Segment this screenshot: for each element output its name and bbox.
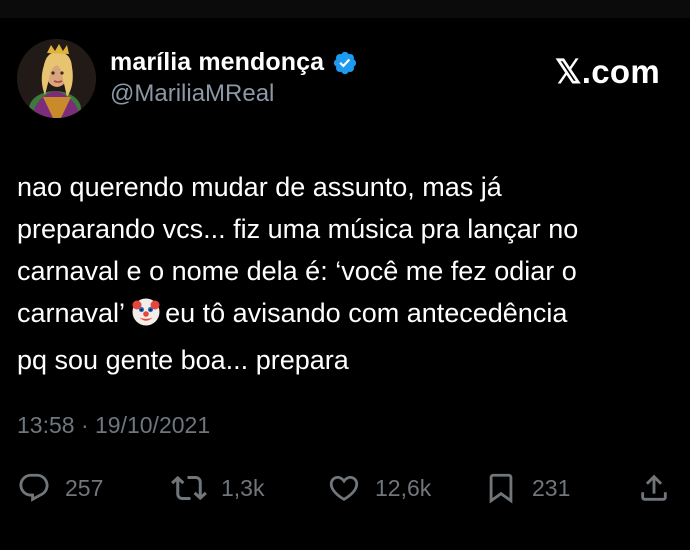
share-icon	[637, 471, 671, 505]
like-button[interactable]: 12,6k	[327, 466, 431, 510]
tweet-line-segment: carnaval’	[17, 298, 126, 328]
tweet-line-segment: eu tô avisando com antecedência	[165, 298, 568, 328]
reply-icon	[17, 471, 51, 505]
reply-count: 257	[65, 474, 104, 501]
like-count: 12,6k	[375, 474, 432, 501]
user-handle[interactable]: @MariliaMReal	[110, 80, 274, 108]
tweet-text: nao querendo mudar de assunto, mas já pr…	[17, 166, 677, 381]
retweet-button[interactable]: 1,3k	[171, 466, 264, 510]
tweet-line: preparando vcs... fiz uma música pra lan…	[17, 214, 579, 244]
tweet-line: carnaval e o nome dela é: ‘você me fez o…	[17, 256, 577, 286]
bookmark-count: 231	[532, 474, 571, 501]
clown-face-emoji-icon	[131, 297, 161, 339]
retweet-icon	[171, 470, 207, 506]
verified-badge-icon	[332, 50, 358, 76]
name-row: marília mendonça	[110, 48, 358, 77]
tweet-line: nao querendo mudar de assunto, mas já	[17, 172, 502, 202]
avatar[interactable]	[17, 39, 96, 118]
avatar-photo-icon	[17, 39, 96, 118]
action-bar: 257 1,3k 12,6k 231	[0, 466, 690, 510]
heart-icon	[327, 471, 361, 505]
bookmark-button[interactable]: 231	[484, 466, 570, 510]
reply-button[interactable]: 257	[17, 466, 103, 510]
tweet-line: pq sou gente boa... prepara	[17, 345, 349, 375]
display-name[interactable]: marília mendonça	[110, 48, 324, 77]
top-band	[0, 0, 690, 18]
share-button[interactable]	[637, 466, 671, 510]
retweet-count: 1,3k	[221, 474, 265, 501]
tweet-timestamp[interactable]: 13:58 · 19/10/2021	[17, 412, 210, 439]
tweet-line-with-emoji: carnaval’ eu tô avisando com antecedênci…	[17, 292, 677, 339]
x-brand-logo: 𝕏.com	[554, 53, 660, 90]
bookmark-icon	[484, 471, 518, 505]
